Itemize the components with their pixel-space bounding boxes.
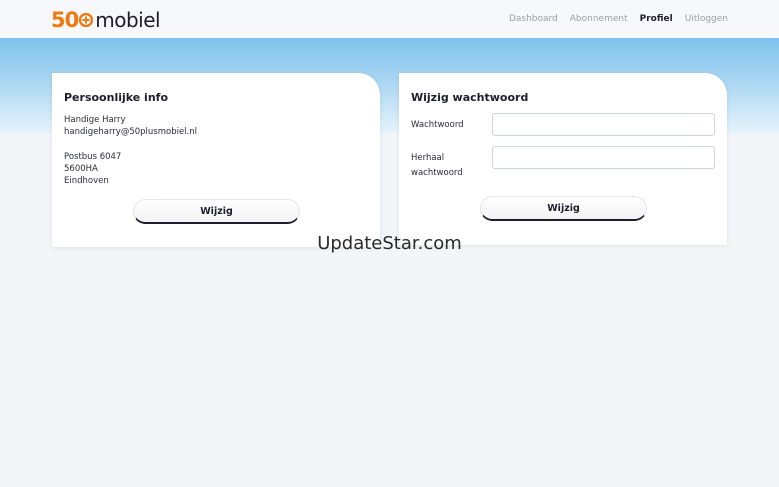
- repeat-password-label-line1: Herhaal: [411, 153, 445, 163]
- user-email: handigeharry@50plusmobiel.nl: [64, 127, 197, 137]
- nav-item-abonnement[interactable]: Abonnement: [570, 13, 628, 25]
- logo-number: 50: [51, 7, 79, 32]
- postal-code: 5600HA: [64, 164, 98, 174]
- city: Eindhoven: [64, 176, 109, 186]
- change-password-button[interactable]: Wijzig: [480, 196, 647, 221]
- edit-personal-info-button[interactable]: Wijzig: [133, 199, 300, 224]
- top-navigation-bar: 50 mobiel Dashboard Abonnement Profiel U…: [0, 0, 779, 38]
- watermark: UpdateStar.com: [317, 233, 462, 254]
- repeat-password-field[interactable]: [492, 146, 715, 169]
- plus-icon: [79, 13, 94, 27]
- logo-text: mobiel: [95, 8, 161, 32]
- user-name: Handige Harry: [64, 115, 126, 125]
- personal-info-card: Persoonlijke info Handige Harry handigeh…: [52, 73, 380, 247]
- brand-logo[interactable]: 50 mobiel: [51, 7, 161, 33]
- repeat-password-label-line2: wachtwoord: [411, 168, 463, 178]
- nav-item-dashboard[interactable]: Dashboard: [509, 13, 558, 25]
- personal-info-title: Persoonlijke info: [64, 91, 169, 104]
- address-line: Postbus 6047: [64, 152, 122, 162]
- main-nav: Dashboard Abonnement Profiel Uitloggen: [509, 13, 728, 25]
- logo-mark: 50: [51, 7, 95, 32]
- password-label: Wachtwoord: [411, 120, 464, 130]
- nav-item-uitloggen[interactable]: Uitloggen: [685, 13, 728, 25]
- password-field[interactable]: [492, 113, 715, 136]
- nav-item-profiel[interactable]: Profiel: [640, 13, 673, 25]
- change-password-title: Wijzig wachtwoord: [411, 91, 529, 104]
- change-password-card: Wijzig wachtwoord Wachtwoord Herhaal wac…: [399, 73, 727, 245]
